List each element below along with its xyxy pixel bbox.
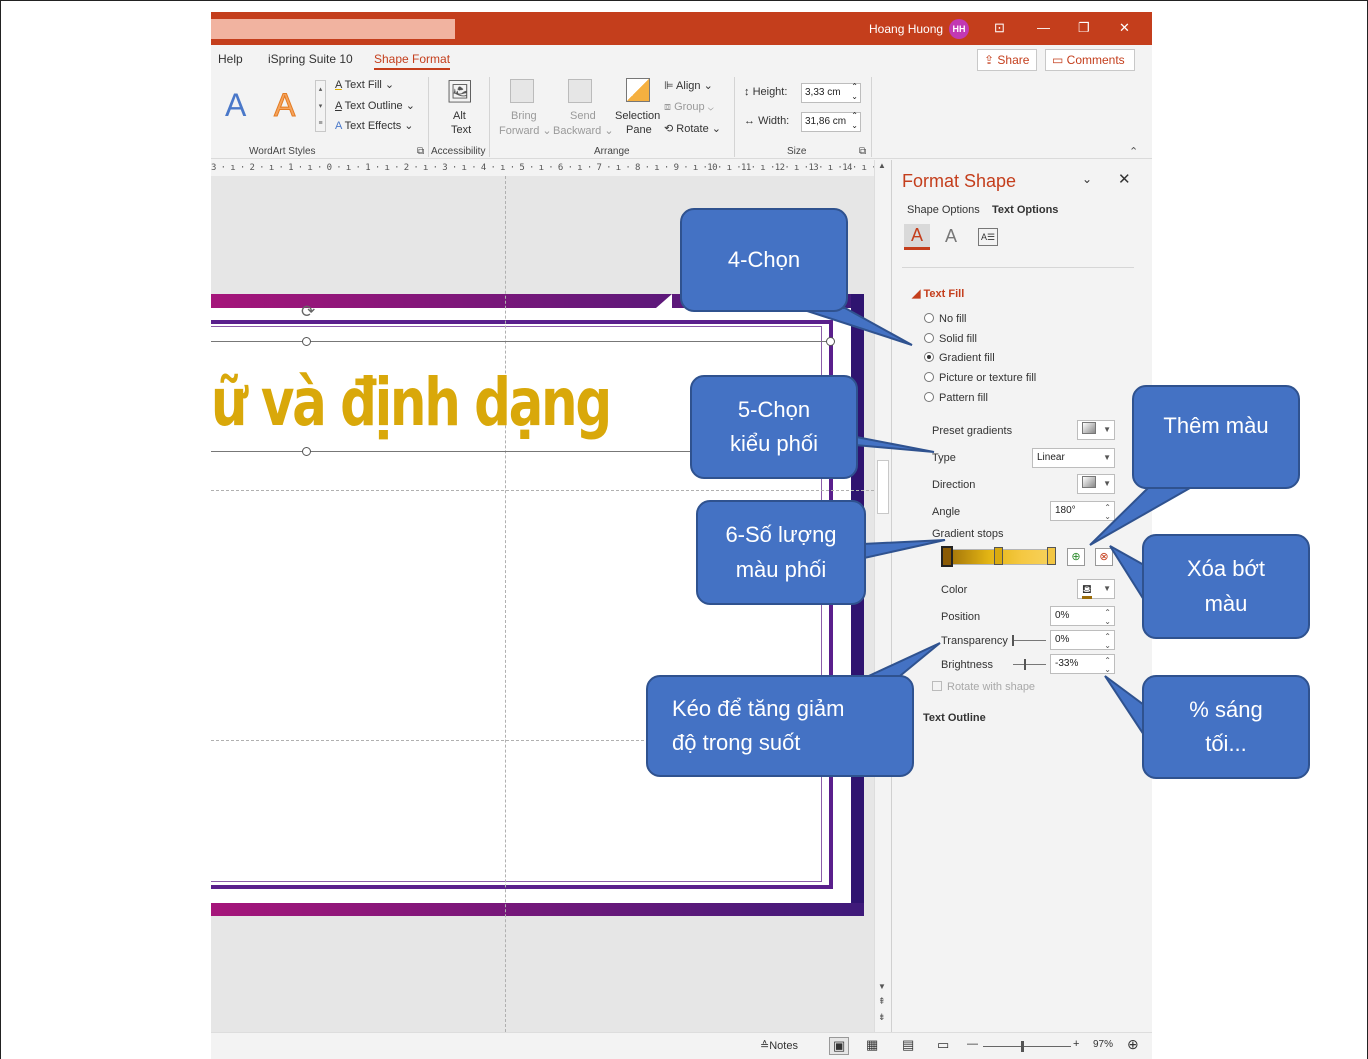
callout-pointers bbox=[797, 307, 1194, 739]
callout-step-4: 4-Chọn bbox=[680, 208, 848, 312]
callout-transparency-line1: Kéo để tăng giảm bbox=[672, 695, 845, 721]
callout-step-5-line1: 5-Chọn bbox=[737, 396, 811, 422]
callout-tail-brightness bbox=[1104, 675, 1145, 739]
callout-tail-4 bbox=[797, 307, 913, 346]
callout-add-color: Thêm màu bbox=[1132, 385, 1300, 489]
callout-brightness: % sáng tối... bbox=[1142, 675, 1310, 779]
callout-remove-color: Xóa bớt màu bbox=[1142, 534, 1310, 639]
callout-step-6: 6-Số lượng màu phối bbox=[696, 500, 866, 605]
callout-step-6-line1: 6-Số lượng bbox=[725, 522, 837, 548]
callout-step-5: 5-Chọn kiểu phối bbox=[690, 375, 858, 479]
callout-transparency: Kéo để tăng giảm độ trong suốt bbox=[646, 675, 914, 777]
callout-transparency-line2: độ trong suốt bbox=[672, 730, 801, 755]
callout-add-color-text: Thêm màu bbox=[1163, 413, 1269, 438]
callout-step-5-line2: kiểu phối bbox=[729, 431, 819, 456]
callout-tail-remove bbox=[1109, 545, 1145, 604]
callout-step-4-text: 4-Chọn bbox=[727, 246, 801, 272]
callout-step-6-line2: màu phối bbox=[735, 556, 827, 582]
callout-remove-color-line2: màu bbox=[1204, 590, 1248, 616]
callout-brightness-line1: % sáng bbox=[1189, 696, 1263, 722]
callout-remove-color-line1: Xóa bớt bbox=[1186, 556, 1266, 582]
callout-brightness-line2: tối... bbox=[1205, 731, 1247, 756]
